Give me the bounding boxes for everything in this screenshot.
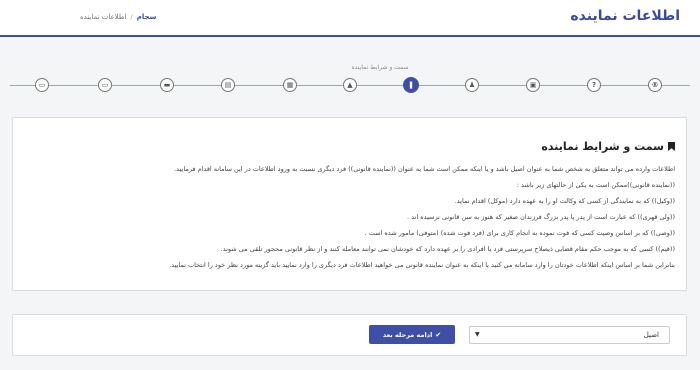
panel-text-line: ((نماینده قانونی))ممکن است به یکی از حال… — [516, 181, 675, 189]
check-icon: ✔ — [435, 330, 442, 339]
header-bar: اطلاعات نماینده سجام/اطلاعات نماینده — [0, 0, 700, 37]
representative-type-select[interactable]: اصیل ▼ — [469, 326, 670, 344]
step-bookmark-icon[interactable]: ❚ — [403, 77, 419, 93]
panel-text-line: اطلاعات وارده می تواند متعلق به شخص شما … — [174, 165, 675, 173]
panel-title: سمت و شرایط نماینده — [541, 140, 675, 153]
panel-title-text: سمت و شرایط نماینده — [541, 140, 664, 153]
next-step-label: ادامه مرحله بعد — [382, 330, 433, 339]
panel-text-line: ((قیم)) کسی که به موجب حکم مقام قضایی ذی… — [220, 245, 675, 253]
chevron-down-icon: ▼ — [475, 331, 480, 338]
wizard-stepper: سمت و شرایط نماینده ® ? ▣ ♟ ❚ ▲ ▦ ▤ ▬ ▭ … — [0, 50, 700, 110]
breadcrumb-separator: / — [130, 13, 133, 21]
step-money-icon[interactable]: ▭ — [98, 78, 112, 92]
breadcrumb: سجام /اطلاعات نماینده — [80, 13, 156, 21]
step-credit-card-icon[interactable]: ▭ — [35, 78, 49, 92]
panel-text-line: ((وکیل)) که به نمایندگی از کسی که وکالت … — [454, 197, 675, 205]
step-id-card-icon[interactable]: ▣ — [526, 78, 540, 92]
step-briefcase-icon[interactable]: ▬ — [160, 78, 174, 92]
step-person-icon[interactable]: ♟ — [465, 78, 479, 92]
page-title: اطلاعات نماینده — [570, 8, 680, 24]
step-registered-icon[interactable]: ® — [648, 78, 662, 92]
info-panel: سمت و شرایط نماینده اطلاعات وارده می توا… — [12, 117, 687, 291]
step-question-icon[interactable]: ? — [587, 78, 601, 92]
active-step-label: سمت و شرایط نماینده — [351, 64, 409, 71]
panel-text-line: ((ولی قهری)) که عبارت است از پدر یا پدر … — [407, 213, 675, 221]
breadcrumb-current: اطلاعات نماینده — [80, 13, 127, 21]
next-step-button[interactable]: ✔ ادامه مرحله بعد — [369, 325, 455, 344]
action-bar: اصیل ▼ ✔ ادامه مرحله بعد — [12, 314, 687, 356]
step-graduation-cap-icon[interactable]: ▲ — [343, 78, 357, 92]
panel-text-line: بنابراین شما بر اساس اینکه اطلاعات خودتا… — [169, 261, 675, 269]
bookmark-icon — [668, 142, 675, 151]
step-table-icon[interactable]: ▤ — [221, 78, 235, 92]
panel-text-line: ((وصی)) که بر اساس وصیت کسی که فوت نموده… — [364, 229, 675, 237]
breadcrumb-home-link[interactable]: سجام — [137, 13, 157, 21]
select-value: اصیل — [643, 331, 659, 339]
step-building-icon[interactable]: ▦ — [283, 78, 297, 92]
